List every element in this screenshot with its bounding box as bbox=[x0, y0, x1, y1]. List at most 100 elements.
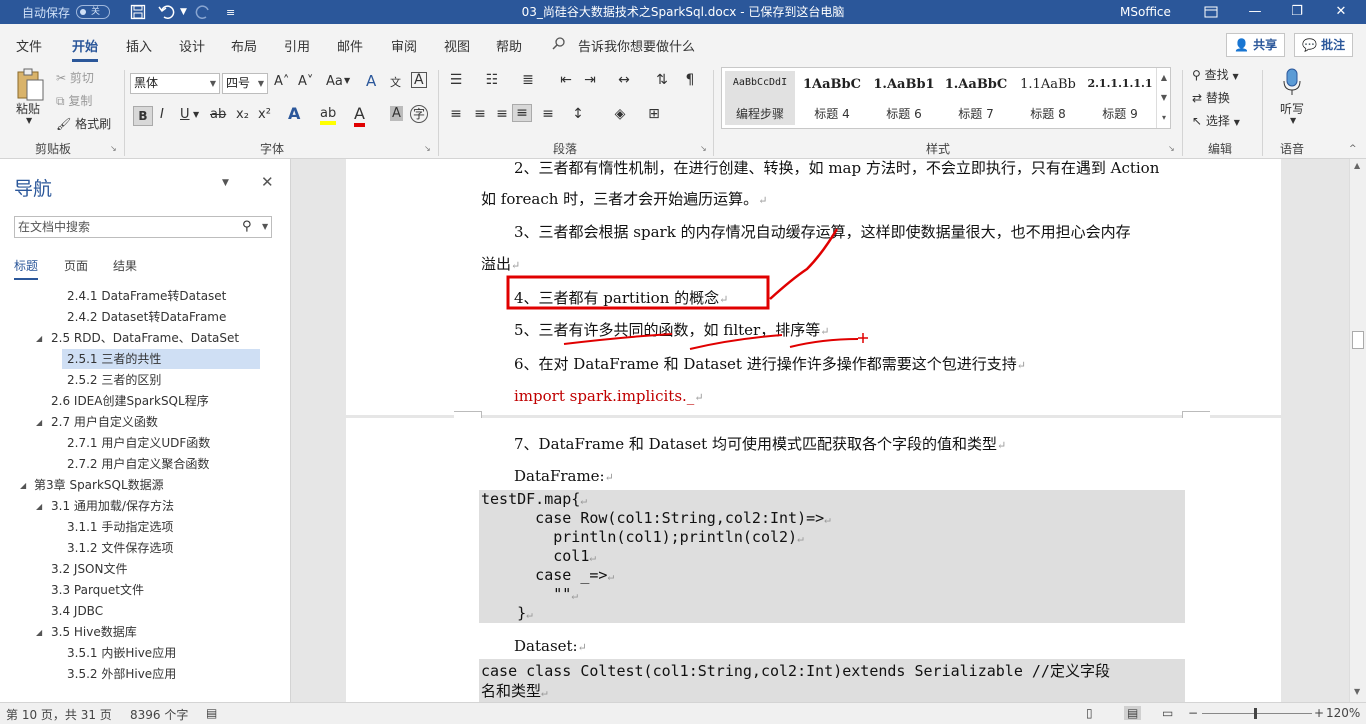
align-center-icon[interactable]: ≡ bbox=[470, 106, 490, 122]
nav-item[interactable]: 2.4.1 DataFrame转Dataset bbox=[0, 286, 290, 306]
tab-review[interactable]: 审阅 bbox=[391, 36, 417, 55]
minimize-button[interactable]: — bbox=[1232, 0, 1278, 24]
nav-close-icon[interactable]: ✕ bbox=[261, 173, 274, 191]
tell-me-icon[interactable] bbox=[552, 36, 566, 54]
nav-item[interactable]: 3.4 JDBC bbox=[0, 601, 290, 621]
nav-item[interactable]: 2.7.2 用户自定义聚合函数 bbox=[0, 454, 290, 474]
nav-item[interactable]: 3.2 JSON文件 bbox=[0, 559, 290, 579]
account-name[interactable]: MSoffice bbox=[1120, 0, 1171, 24]
tab-insert[interactable]: 插入 bbox=[126, 36, 152, 55]
underline-button[interactable]: U bbox=[180, 107, 190, 122]
copy-button[interactable]: ⧉ 复制 bbox=[56, 92, 92, 109]
font-size-combo[interactable]: 四号 ▼ bbox=[222, 73, 268, 94]
shrink-font-button[interactable]: A˅ bbox=[298, 74, 313, 89]
replace-button[interactable]: ⇄ 替换 bbox=[1192, 89, 1230, 106]
nav-item[interactable]: 3.5.2 外部Hive应用 bbox=[0, 664, 290, 684]
tab-file[interactable]: 文件 bbox=[16, 36, 42, 55]
zoom-slider[interactable] bbox=[1202, 713, 1312, 714]
styles-launcher-icon[interactable]: ↘ bbox=[1168, 144, 1175, 153]
nav-item[interactable]: ◢ 2.5 RDD、DataFrame、DataSet bbox=[0, 328, 290, 348]
italic-button[interactable]: I bbox=[160, 107, 164, 122]
increase-indent-icon[interactable]: ⇥ bbox=[580, 72, 600, 88]
cut-button[interactable]: ✂ 剪切 bbox=[56, 69, 94, 86]
expand-triangle-icon[interactable]: ◢ bbox=[36, 329, 42, 349]
nav-tab-headings[interactable]: 标题 bbox=[14, 257, 39, 280]
align-left-icon[interactable]: ≡ bbox=[446, 106, 466, 122]
nav-tab-pages[interactable]: 页面 bbox=[64, 257, 88, 274]
superscript-button[interactable]: x² bbox=[258, 107, 271, 122]
word-count[interactable]: 8396 个字 bbox=[130, 706, 188, 723]
nav-options-icon[interactable]: ▼ bbox=[222, 178, 229, 188]
distributed-icon[interactable]: ≡ bbox=[538, 106, 558, 122]
expand-triangle-icon[interactable]: ◢ bbox=[20, 476, 26, 496]
zoom-in-icon[interactable]: + bbox=[1314, 706, 1324, 720]
change-case-button[interactable]: Aa bbox=[326, 74, 343, 89]
style-heading-9[interactable]: 2.1.1.1.1.1 标题 9 bbox=[1085, 71, 1155, 125]
grow-font-button[interactable]: A˄ bbox=[274, 74, 289, 89]
multilevel-list-icon[interactable]: ≣ bbox=[518, 72, 538, 88]
nav-item[interactable]: 2.5.2 三者的区别 bbox=[0, 370, 290, 390]
enclose-char-button[interactable]: 字 bbox=[410, 105, 428, 123]
select-button[interactable]: ↖ 选择 ▼ bbox=[1192, 112, 1240, 129]
bold-button[interactable]: B bbox=[133, 106, 153, 126]
font-color-button[interactable]: A bbox=[354, 104, 365, 127]
collapse-ribbon-icon[interactable]: ^ bbox=[1349, 144, 1357, 154]
numbering-icon[interactable]: ☷ bbox=[482, 72, 502, 88]
nav-item[interactable]: 3.5.1 内嵌Hive应用 bbox=[0, 643, 290, 663]
proofing-icon[interactable]: ▤ bbox=[206, 706, 217, 720]
chinese-layout-icon[interactable]: ↔ bbox=[614, 72, 634, 88]
nav-item[interactable]: 2.6 IDEA创建SparkSQL程序 bbox=[0, 391, 290, 411]
tab-home[interactable]: 开始 bbox=[72, 36, 99, 62]
expand-triangle-icon[interactable]: ◢ bbox=[36, 413, 42, 433]
nav-item[interactable]: 3.1.2 文件保存选项 bbox=[0, 538, 290, 558]
find-button[interactable]: ⚲ 查找 ▼ bbox=[1192, 66, 1239, 83]
format-painter-button[interactable]: 🖌 格式刷 bbox=[56, 115, 111, 132]
nav-item[interactable]: 3.1.1 手动指定选项 bbox=[0, 517, 290, 537]
search-icon[interactable]: ⚲ bbox=[242, 219, 252, 234]
read-mode-icon[interactable]: ▯ bbox=[1086, 706, 1093, 720]
text-effects-button[interactable]: A bbox=[288, 104, 300, 123]
comments-button[interactable]: 💬 批注 bbox=[1294, 33, 1354, 57]
microphone-icon[interactable] bbox=[1282, 68, 1302, 99]
show-marks-icon[interactable]: ¶ bbox=[680, 72, 700, 88]
page-count[interactable]: 第 10 页，共 31 页 bbox=[6, 706, 112, 723]
tab-view[interactable]: 视图 bbox=[444, 36, 470, 55]
font-name-combo[interactable]: 黑体 ▼ bbox=[130, 73, 220, 94]
tab-design[interactable]: 设计 bbox=[179, 36, 205, 55]
clipboard-launcher-icon[interactable]: ↘ bbox=[110, 144, 117, 153]
scroll-down-icon[interactable]: ▼ bbox=[1354, 687, 1360, 696]
tab-layout[interactable]: 布局 bbox=[231, 36, 257, 55]
paragraph-launcher-icon[interactable]: ↘ bbox=[700, 144, 707, 153]
nav-item[interactable]: 2.7.1 用户自定义UDF函数 bbox=[0, 433, 290, 453]
line-spacing-icon[interactable]: ↕ bbox=[568, 106, 588, 122]
expand-triangle-icon[interactable]: ◢ bbox=[36, 497, 42, 517]
borders-icon[interactable]: ⊞ bbox=[644, 106, 664, 122]
tell-me-input[interactable]: 告诉我你想要做什么 bbox=[578, 36, 695, 55]
nav-item[interactable]: ◢ 3.1 通用加载/保存方法 bbox=[0, 496, 290, 516]
style-heading-8[interactable]: 1.1AaBb 标题 8 bbox=[1013, 71, 1083, 125]
expand-triangle-icon[interactable]: ◢ bbox=[36, 623, 42, 643]
close-button[interactable]: ✕ bbox=[1318, 0, 1364, 24]
tab-help[interactable]: 帮助 bbox=[496, 36, 522, 55]
tab-mailings[interactable]: 邮件 bbox=[337, 36, 363, 55]
nav-item[interactable]: ◢ 2.7 用户自定义函数 bbox=[0, 412, 290, 432]
zoom-out-icon[interactable]: − bbox=[1188, 706, 1198, 720]
nav-item[interactable]: 3.3 Parquet文件 bbox=[0, 580, 290, 600]
nav-item[interactable]: 2.5.1 三者的共性 bbox=[62, 349, 260, 369]
scroll-up-icon[interactable]: ▲ bbox=[1354, 161, 1360, 170]
paste-dropdown-icon[interactable]: ▼ bbox=[26, 116, 32, 125]
zoom-slider-thumb[interactable] bbox=[1254, 708, 1257, 719]
zoom-level[interactable]: 120% bbox=[1326, 706, 1360, 720]
ribbon-display-icon[interactable] bbox=[1204, 0, 1218, 24]
nav-item[interactable]: ◢ 3.5 Hive数据库 bbox=[0, 622, 290, 642]
share-button[interactable]: 👤 共享 bbox=[1226, 33, 1286, 57]
char-border-button[interactable]: A bbox=[411, 72, 427, 88]
tab-references[interactable]: 引用 bbox=[284, 36, 310, 55]
nav-tab-results[interactable]: 结果 bbox=[113, 257, 137, 274]
sort-icon[interactable]: ⇅ bbox=[652, 72, 672, 88]
align-right-icon[interactable]: ≡ bbox=[492, 106, 512, 122]
styles-scroll[interactable]: ▲ ▼ ▾ bbox=[1156, 68, 1171, 128]
style-heading-6[interactable]: 1.AaBb1 标题 6 bbox=[869, 71, 939, 125]
subscript-button[interactable]: x₂ bbox=[236, 107, 249, 122]
font-launcher-icon[interactable]: ↘ bbox=[424, 144, 431, 153]
